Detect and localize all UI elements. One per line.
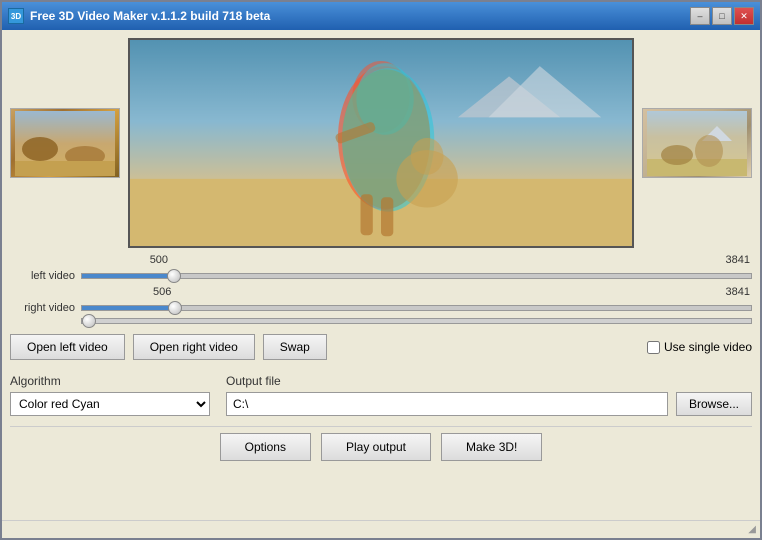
swap-button[interactable]: Swap	[263, 334, 327, 360]
close-button[interactable]: ✕	[734, 7, 754, 25]
slider-section: 500 3841 left video 506 3841 right video	[10, 254, 752, 324]
left-video-slider-row: left video	[10, 270, 752, 282]
main-preview	[128, 38, 634, 248]
left-video-label: left video	[10, 270, 75, 282]
open-left-button[interactable]: Open left video	[10, 334, 125, 360]
output-group: Output file Browse...	[226, 374, 752, 416]
left-slider-value-right: 3841	[726, 254, 750, 266]
third-slider[interactable]	[81, 318, 752, 324]
output-row: Browse...	[226, 392, 752, 416]
left-thumbnail	[10, 108, 120, 178]
output-input[interactable]	[226, 392, 668, 416]
output-label: Output file	[226, 374, 752, 388]
left-video-slider[interactable]	[81, 273, 752, 279]
app-icon: 3D	[8, 8, 24, 24]
right-slider-value-left: 506	[153, 286, 171, 298]
status-bar: ◢	[2, 520, 760, 538]
right-slider-value-right: 3841	[726, 286, 750, 298]
buttons-row: Open left video Open right video Swap Us…	[10, 330, 752, 364]
browse-button[interactable]: Browse...	[676, 392, 752, 416]
algorithm-label: Algorithm	[10, 374, 210, 388]
bottom-row: Options Play output Make 3D!	[10, 426, 752, 465]
third-slider-row	[10, 318, 752, 324]
right-video-slider-row: right video	[10, 302, 752, 314]
main-window: 3D Free 3D Video Maker v.1.1.2 build 718…	[0, 0, 762, 540]
use-single-label[interactable]: Use single video	[664, 340, 752, 354]
right-thumbnail	[642, 108, 752, 178]
window-controls: – □ ✕	[690, 7, 754, 25]
algorithm-group: Algorithm Color red Cyan Side by Side To…	[10, 374, 210, 416]
resize-handle: ◢	[748, 524, 756, 535]
minimize-button[interactable]: –	[690, 7, 710, 25]
main-content: 500 3841 left video 506 3841 right video	[2, 30, 760, 520]
right-video-slider[interactable]	[81, 305, 752, 311]
form-section: Algorithm Color red Cyan Side by Side To…	[10, 370, 752, 420]
preview-content	[130, 40, 632, 246]
left-slider-value-left: 500	[150, 254, 168, 266]
open-right-button[interactable]: Open right video	[133, 334, 255, 360]
use-single-wrap: Use single video	[647, 340, 752, 354]
make-3d-button[interactable]: Make 3D!	[441, 433, 542, 461]
options-button[interactable]: Options	[220, 433, 311, 461]
titlebar: 3D Free 3D Video Maker v.1.1.2 build 718…	[2, 2, 760, 30]
use-single-checkbox[interactable]	[647, 341, 660, 354]
algorithm-select[interactable]: Color red Cyan Side by Side Top/Bottom I…	[10, 392, 210, 416]
right-video-label: right video	[10, 302, 75, 314]
window-title: Free 3D Video Maker v.1.1.2 build 718 be…	[30, 9, 690, 23]
play-output-button[interactable]: Play output	[321, 433, 431, 461]
preview-area	[10, 38, 752, 248]
maximize-button[interactable]: □	[712, 7, 732, 25]
